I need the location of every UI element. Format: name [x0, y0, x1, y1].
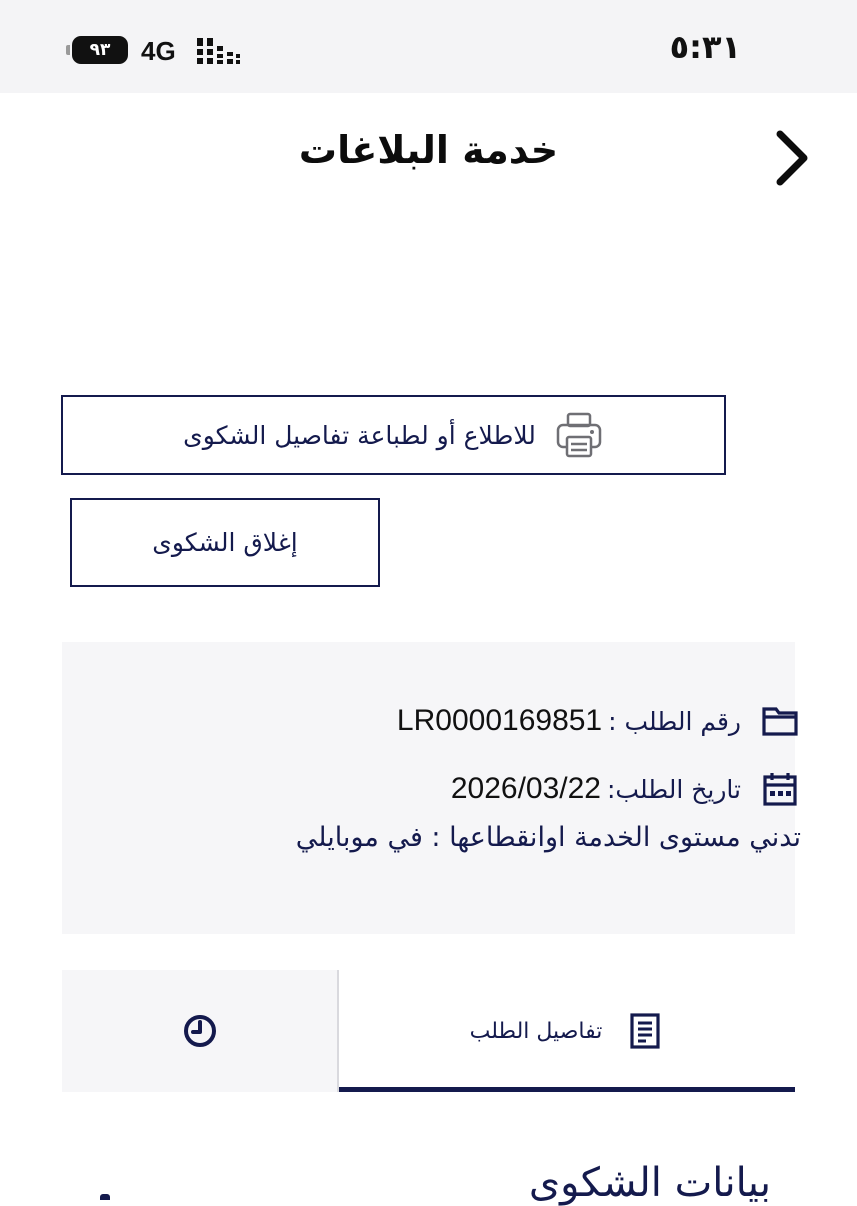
page-title: خدمة البلاغات	[298, 128, 559, 172]
request-number-row: رقم الطلب : LR0000169851	[397, 702, 799, 740]
calendar-icon	[763, 773, 797, 806]
status-time: ٥:٣١	[669, 28, 741, 66]
tab-request-details-label: تفاصيل الطلب	[469, 1018, 603, 1044]
request-date-row: تاريخ الطلب: 2026/03/22	[451, 770, 799, 808]
signal-strength-icon	[197, 38, 240, 64]
clock-icon	[183, 1015, 216, 1047]
printer-icon	[556, 412, 602, 458]
print-complaint-button[interactable]: للاطلاع أو لطباعة تفاصيل الشكوى	[61, 395, 726, 475]
tab-request-details[interactable]: تفاصيل الطلب	[337, 970, 795, 1092]
request-date-label: تاريخ الطلب:	[606, 774, 741, 804]
request-tabs: تفاصيل الطلب	[62, 970, 795, 1092]
request-number-value: LR0000169851	[396, 704, 603, 737]
folder-icon	[762, 707, 798, 736]
tab-history[interactable]	[62, 970, 337, 1092]
network-type: 4G	[141, 36, 176, 66]
battery-indicator: ٩٣	[66, 36, 128, 64]
document-list-icon	[630, 1013, 660, 1049]
close-complaint-label: إغلاق الشكوى	[152, 528, 298, 557]
section-marker	[100, 1194, 110, 1200]
print-complaint-label: للاطلاع أو لطباعة تفاصيل الشكوى	[183, 420, 536, 450]
close-complaint-button[interactable]: إغلاق الشكوى	[70, 498, 380, 587]
section-title: بيانات الشكوى	[528, 1160, 771, 1206]
complaint-type: تدني مستوى الخدمة اوانقطاعها : في موبايل…	[295, 822, 801, 853]
request-date-value: 2026/03/22	[450, 772, 601, 805]
status-bar: ٩٣ 4G ٥:٣١	[0, 0, 857, 93]
request-number-label: رقم الطلب :	[608, 706, 741, 736]
